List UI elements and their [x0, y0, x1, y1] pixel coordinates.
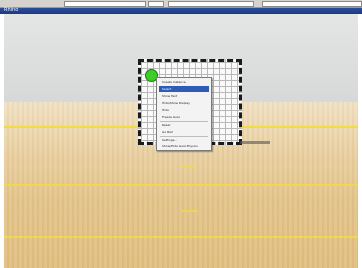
court-line-mid	[4, 184, 358, 186]
menu-item-hide-show-display[interactable]: Hide/Show Display	[159, 100, 209, 106]
menu-item-show-hide-goal-physics[interactable]: Show/Hide Goal Physics	[159, 143, 209, 149]
court-mark-2	[182, 210, 198, 212]
goal-shadow	[240, 141, 270, 144]
toolbar-button[interactable]	[148, 1, 164, 7]
toolbar	[0, 0, 362, 8]
menu-item-freeze-goal[interactable]: Freeze Goal	[159, 114, 209, 120]
court-mark-1	[182, 166, 196, 168]
court-line-front	[4, 236, 358, 238]
menu-item-show-text[interactable]: Show Text	[159, 93, 209, 99]
menu-item-create-instance[interactable]: Create Instance	[159, 79, 209, 85]
menu-item-reset[interactable]: Reset	[159, 122, 209, 128]
toolbar-combo[interactable]	[64, 1, 146, 7]
menu-item-go-ball[interactable]: Go Ball	[159, 129, 209, 135]
window-title: Rhino	[4, 7, 19, 13]
toolbar-combo-3[interactable]	[262, 1, 362, 7]
menu-item-hide[interactable]: Hide	[159, 107, 209, 113]
context-menu: Create Instance Select Show Text Hide/Sh…	[156, 77, 212, 151]
menu-item-select[interactable]: Select	[159, 86, 209, 92]
toolbar-combo-2[interactable]	[168, 1, 254, 7]
viewport-3d[interactable]: Create Instance Select Show Text Hide/Sh…	[4, 14, 358, 268]
